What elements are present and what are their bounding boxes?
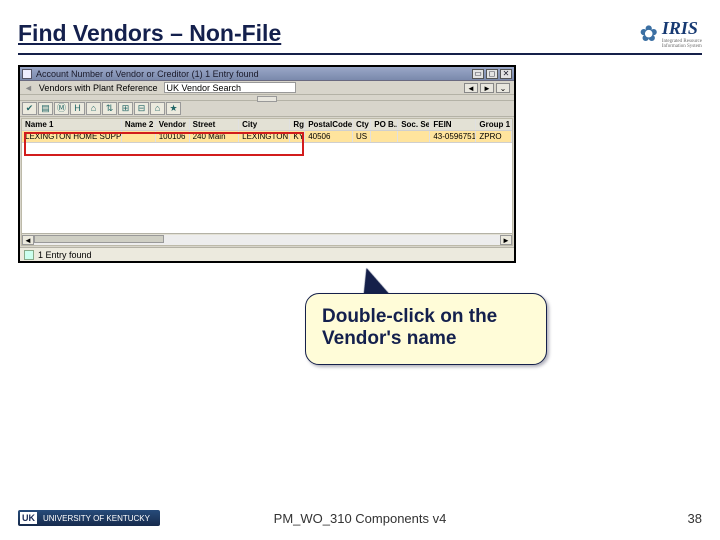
- col-soc[interactable]: Soc. Se...: [398, 119, 430, 130]
- window-min-button[interactable]: ▭: [472, 69, 484, 79]
- cell-name2[interactable]: [122, 131, 156, 142]
- toolbar-btn-4[interactable]: ⌂: [86, 102, 101, 115]
- col-group[interactable]: Group 1: [476, 119, 512, 130]
- uk-logo: UK UNIVERSITY OF KENTUCKY: [18, 510, 160, 526]
- tab-list-button[interactable]: ⌄: [496, 83, 510, 93]
- toolbar-btn-7[interactable]: ⊟: [134, 102, 149, 115]
- tab-prev-button[interactable]: ◄: [464, 83, 478, 93]
- tab-next-button[interactable]: ►: [480, 83, 494, 93]
- toolbar-btn-8[interactable]: ⌂: [150, 102, 165, 115]
- scroll-track[interactable]: [34, 235, 500, 245]
- cell-vendor[interactable]: 100106: [156, 131, 190, 142]
- sap-titlebar: Account Number of Vendor or Creditor (1)…: [20, 67, 514, 81]
- col-fein[interactable]: FEIN: [430, 119, 476, 130]
- col-street[interactable]: Street: [190, 119, 240, 130]
- results-table: Name 1 Name 2 Vendor Street City Rg Post…: [21, 118, 513, 246]
- toolbar-btn-6[interactable]: ⊞: [118, 102, 133, 115]
- cell-street[interactable]: 240 Main: [190, 131, 240, 142]
- callout: Double-click on the Vendor's name: [305, 293, 547, 365]
- col-name2[interactable]: Name 2: [122, 119, 156, 130]
- col-cty[interactable]: Cty: [353, 119, 371, 130]
- scroll-left-icon[interactable]: ◄: [22, 235, 34, 245]
- window-title-text: Account Number of Vendor or Creditor (1)…: [36, 69, 259, 79]
- table-header: Name 1 Name 2 Vendor Street City Rg Post…: [22, 119, 512, 131]
- h-scrollbar[interactable]: ◄ ►: [22, 233, 512, 245]
- col-vendor[interactable]: Vendor: [156, 119, 190, 130]
- cell-soc[interactable]: [398, 131, 430, 142]
- col-name1[interactable]: Name 1: [22, 119, 122, 130]
- iris-name: IRIS: [662, 18, 698, 38]
- iris-flower-icon: ✿: [639, 21, 657, 47]
- cell-postal[interactable]: 40506: [305, 131, 353, 142]
- collapse-handle[interactable]: [20, 95, 514, 101]
- page-number: 38: [688, 511, 702, 526]
- status-icon: [24, 250, 34, 260]
- slide-header: Find Vendors – Non-File ✿ IRIS Integrate…: [18, 18, 702, 55]
- window-max-button[interactable]: ◻: [486, 69, 498, 79]
- sap-toolbar: ✔ ▤ Ⓜ H ⌂ ⇅ ⊞ ⊟ ⌂ ★: [20, 101, 514, 117]
- window-close-button[interactable]: ✕: [500, 69, 512, 79]
- sap-tabbar: ◄ Vendors with Plant Reference UK Vendor…: [20, 81, 514, 95]
- sap-window: Account Number of Vendor or Creditor (1)…: [18, 65, 516, 263]
- cell-cty[interactable]: US: [353, 131, 371, 142]
- callout-text: Double-click on the Vendor's name: [322, 306, 497, 349]
- cell-group[interactable]: ZPRO: [476, 131, 512, 142]
- toolbar-btn-0[interactable]: ✔: [22, 102, 37, 115]
- cell-fein[interactable]: 43-0596751: [430, 131, 476, 142]
- toolbar-btn-2[interactable]: Ⓜ: [54, 102, 69, 115]
- slide-title: Find Vendors – Non-File: [18, 20, 281, 47]
- col-rg[interactable]: Rg: [290, 119, 305, 130]
- tab-bullet-icon: ◄: [24, 83, 33, 93]
- col-pob[interactable]: PO B...: [371, 119, 398, 130]
- toolbar-btn-1[interactable]: ▤: [38, 102, 53, 115]
- toolbar-btn-3[interactable]: H: [70, 102, 85, 115]
- uk-initials: UK: [20, 512, 37, 524]
- uk-text: UNIVERSITY OF KENTUCKY: [43, 514, 150, 523]
- footer-doc: PM_WO_310 Components v4: [274, 511, 447, 526]
- table-row[interactable]: LEXINGTON HOME SUPPLY 100106 240 Main LE…: [22, 131, 512, 143]
- col-city[interactable]: City: [239, 119, 290, 130]
- cell-pob[interactable]: [371, 131, 398, 142]
- cell-rg[interactable]: KY: [290, 131, 305, 142]
- app-icon: [22, 69, 32, 79]
- scroll-right-icon[interactable]: ►: [500, 235, 512, 245]
- status-text: 1 Entry found: [38, 250, 92, 260]
- cell-city[interactable]: LEXINGTON: [239, 131, 290, 142]
- col-postal[interactable]: PostalCode: [305, 119, 353, 130]
- iris-logo: ✿ IRIS Integrated ResourceInformation Sy…: [639, 18, 702, 49]
- tab-vendors-plant[interactable]: Vendors with Plant Reference: [39, 83, 158, 93]
- search-dropdown[interactable]: UK Vendor Search: [164, 82, 296, 93]
- footer: UK UNIVERSITY OF KENTUCKY PM_WO_310 Comp…: [18, 510, 702, 526]
- status-bar: 1 Entry found: [20, 247, 514, 261]
- toolbar-btn-5[interactable]: ⇅: [102, 102, 117, 115]
- cell-name1[interactable]: LEXINGTON HOME SUPPLY: [22, 131, 122, 142]
- toolbar-btn-9[interactable]: ★: [166, 102, 181, 115]
- scroll-thumb[interactable]: [34, 235, 164, 243]
